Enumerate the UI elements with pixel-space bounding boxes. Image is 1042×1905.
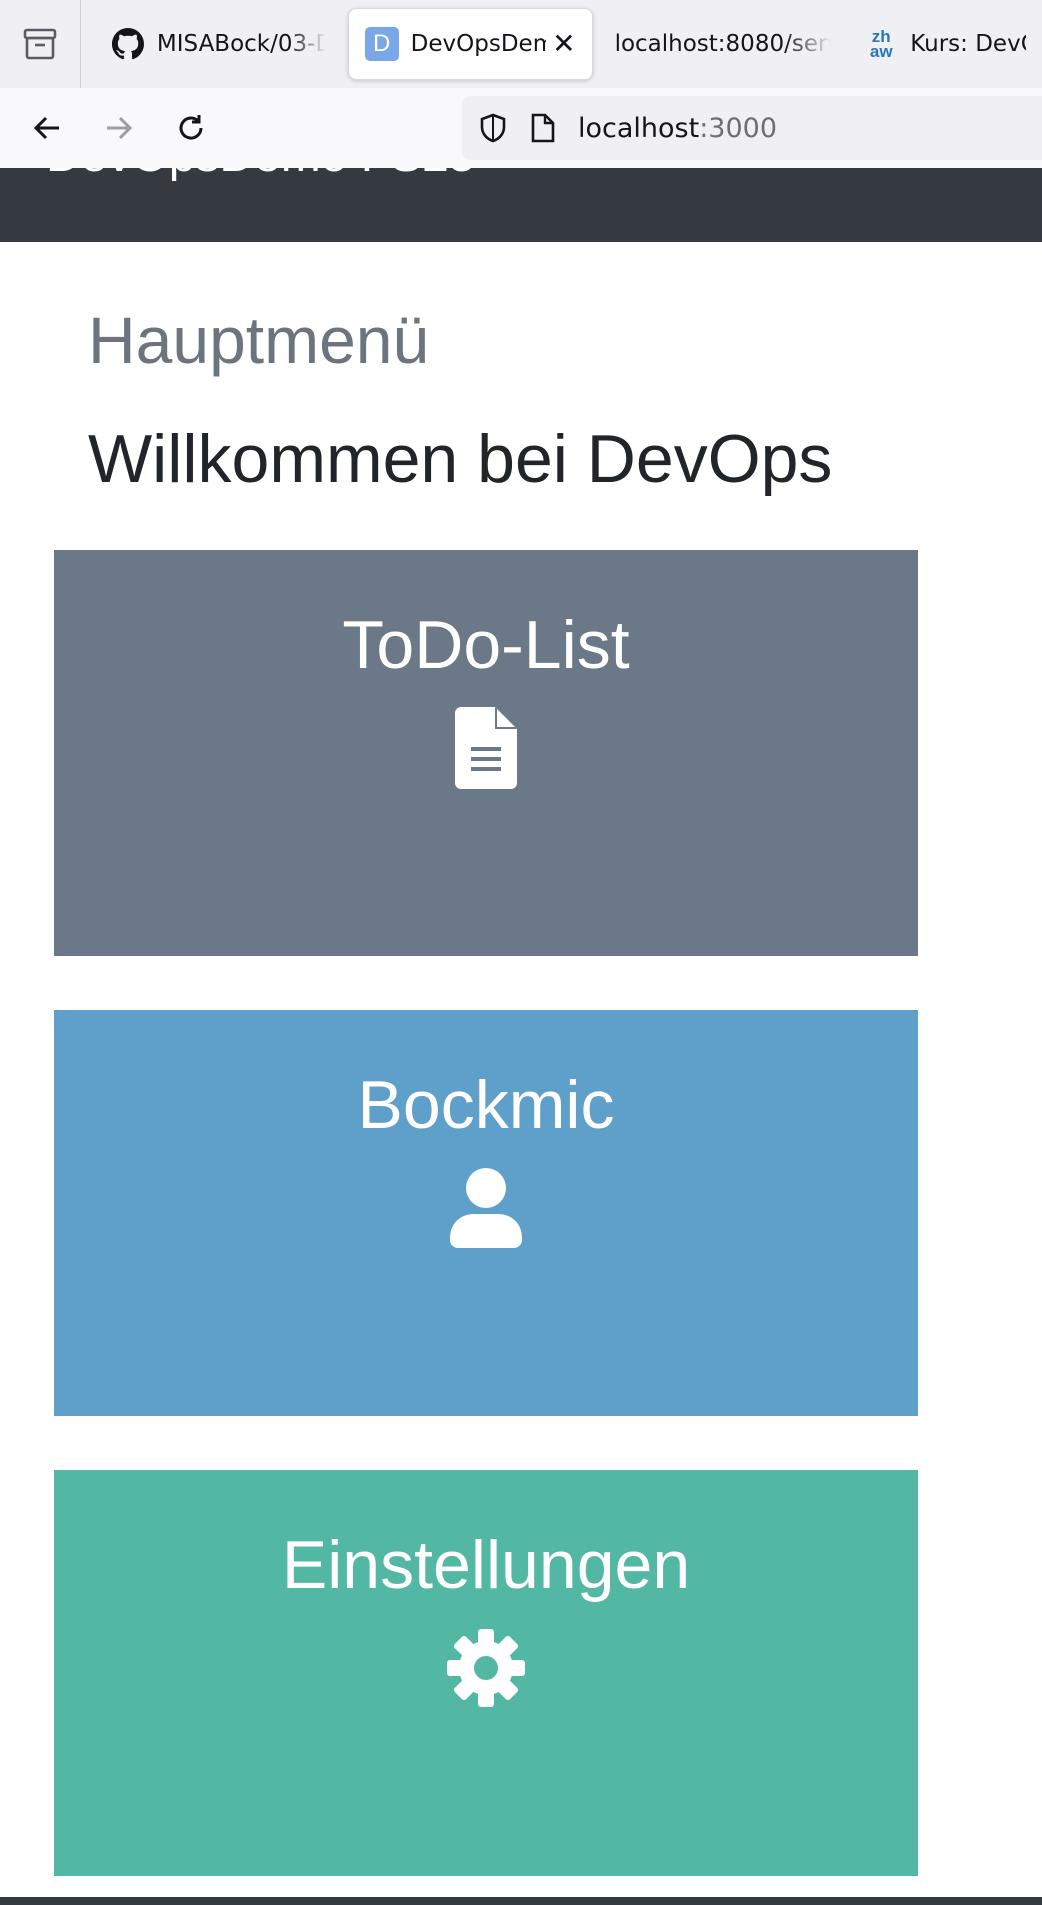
d-favicon-icon: D bbox=[364, 27, 399, 61]
reload-icon bbox=[179, 115, 203, 140]
tile-user[interactable]: Bockmic bbox=[54, 1010, 918, 1416]
gear-icon bbox=[447, 1627, 525, 1709]
user-icon bbox=[450, 1167, 522, 1249]
close-tab-icon[interactable]: ✕ bbox=[552, 30, 575, 58]
tab-localhost-8080[interactable]: localhost:8080/servic bbox=[599, 8, 849, 80]
tile-settings[interactable]: Einstellungen bbox=[54, 1470, 918, 1876]
app-navbar: DevOpsDemo FS25 bbox=[0, 168, 1042, 242]
shield-icon bbox=[480, 113, 506, 143]
zhaw-icon-bottom: aw bbox=[869, 42, 893, 61]
tab-label: DevOpsDemo bbox=[410, 31, 546, 57]
back-arrow-icon bbox=[33, 116, 59, 140]
browser-window: MISABock/03-De D DevOpsDemo ✕ localhost:… bbox=[0, 0, 1042, 1905]
reload-button[interactable] bbox=[166, 103, 216, 153]
tab-kurs[interactable]: zh aw Kurs: DevO bbox=[848, 8, 1042, 80]
forward-button[interactable] bbox=[94, 103, 144, 153]
page-icon bbox=[531, 113, 555, 143]
document-icon bbox=[455, 706, 517, 789]
firefox-view-icon bbox=[23, 28, 57, 60]
app-brand[interactable]: DevOpsDemo FS25 bbox=[46, 168, 476, 183]
tab-label: localhost:8080/servic bbox=[614, 31, 833, 57]
tab-label: Kurs: DevO bbox=[910, 31, 1026, 57]
footer-edge bbox=[0, 1897, 1042, 1905]
favicon-letter: D bbox=[373, 30, 391, 57]
tile-label: ToDo-List bbox=[342, 607, 630, 683]
tab-strip: MISABock/03-De D DevOpsDemo ✕ localhost:… bbox=[0, 0, 1042, 88]
navigation-toolbar: localhost:3000 bbox=[0, 88, 1042, 168]
tab-github[interactable]: MISABock/03-De bbox=[95, 8, 342, 80]
zhaw-icon: zh aw bbox=[864, 27, 898, 61]
tile-label: Bockmic bbox=[357, 1067, 615, 1143]
address-bar[interactable]: localhost:3000 bbox=[462, 96, 1042, 160]
tab-devopsdemo[interactable]: D DevOpsDemo ✕ bbox=[347, 8, 593, 80]
firefox-view-button[interactable] bbox=[0, 0, 81, 88]
github-icon bbox=[111, 27, 145, 61]
forward-arrow-icon bbox=[107, 116, 133, 140]
url-text: localhost:3000 bbox=[578, 113, 777, 144]
page-title: Willkommen bei DevOps bbox=[88, 421, 833, 497]
url-port: :3000 bbox=[699, 112, 778, 144]
tile-label: Einstellungen bbox=[281, 1527, 691, 1603]
back-button[interactable] bbox=[22, 103, 72, 153]
page-subtitle: Hauptmenü bbox=[88, 303, 430, 377]
tab-label: MISABock/03-De bbox=[156, 31, 326, 57]
url-host: localhost bbox=[578, 112, 700, 144]
tile-todo-list[interactable]: ToDo-List bbox=[54, 550, 918, 956]
